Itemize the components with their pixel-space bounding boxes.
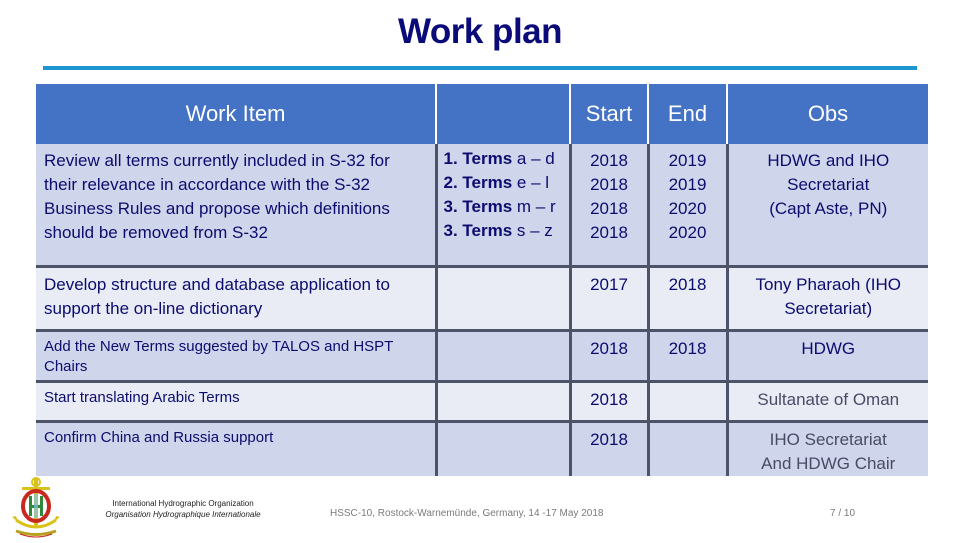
work-item-cell: Add the New Terms suggested by TALOS and… [36, 330, 436, 383]
obs-cell: IHO Secretariat And HDWG Chair [725, 421, 928, 476]
terms-letters: a – d [516, 149, 555, 168]
work-item-cell: Review all terms currently included in S… [36, 144, 436, 268]
terms-number: 3. Terms [443, 221, 513, 240]
terms-letters: m – r [516, 197, 556, 216]
obs-line: Tony Pharaoh (IHO [755, 274, 901, 294]
obs-line: HDWG and IHO [767, 151, 890, 170]
header-start: Start [569, 84, 648, 144]
obs-line: Secretariat [787, 175, 870, 194]
obs-line: Sultanate of Oman [757, 389, 900, 409]
terms-number: 1. Terms [443, 149, 513, 168]
start-cell: 2018 2018 2018 2018 [568, 144, 648, 268]
obs-cell: HDWG and IHO Secretariat (Capt Aste, PN) [725, 144, 928, 268]
table-row: Review all terms currently included in S… [36, 144, 928, 268]
table-row: Confirm China and Russia support 2018 IH… [36, 421, 928, 476]
terms-cell [434, 266, 570, 332]
terms-letters: s – z [516, 221, 553, 240]
start-year: 2018 [590, 151, 628, 170]
obs-line: IHO Secretariat [769, 429, 887, 449]
terms-number: 2. Terms [443, 173, 513, 192]
page-number: 7 / 10 [830, 508, 856, 519]
org-name-english: International Hydrographic Organization [112, 499, 254, 508]
start-cell: 2018 [568, 381, 648, 423]
end-year: 2020 [668, 199, 707, 218]
obs-cell: HDWG [725, 330, 928, 383]
header-work-item: Work Item [36, 84, 436, 144]
title-divider [43, 66, 917, 70]
start-year: 2018 [590, 175, 628, 194]
end-year: 2019 [668, 151, 707, 170]
terms-range: 1. Terms a – d [444, 147, 569, 171]
table-row: Start translating Arabic Terms 2018 Sult… [36, 381, 928, 423]
end-cell: 2018 [646, 266, 727, 332]
terms-cell [434, 381, 570, 423]
obs-line: Secretariat) [784, 298, 873, 318]
organization-name: International Hydrographic Organization … [98, 498, 268, 520]
end-cell: 2019 2019 2020 2020 [646, 144, 727, 268]
start-cell: 2018 [568, 421, 648, 476]
iho-emblem-icon [8, 476, 64, 538]
work-plan-table: Work Item Start End Obs Review all terms… [36, 84, 928, 476]
table-row: Develop structure and database applicati… [36, 266, 928, 332]
end-cell [646, 421, 727, 476]
terms-cell: 1. Terms a – d 2. Terms e – l 3. Terms m… [434, 144, 570, 268]
slide-title: Work plan [397, 12, 563, 51]
work-item-cell: Start translating Arabic Terms [36, 381, 436, 423]
end-cell: 2018 [646, 330, 727, 383]
terms-number: 3. Terms [443, 197, 513, 216]
table-row: Add the New Terms suggested by TALOS and… [36, 330, 928, 383]
terms-range: 3. Terms m – r [444, 195, 569, 219]
start-year: 2018 [590, 199, 628, 218]
work-item-cell: Develop structure and database applicati… [36, 266, 436, 332]
table-header-row: Work Item Start End Obs [36, 84, 928, 144]
terms-range: 3. Terms s – z [444, 219, 569, 243]
terms-letters: e – l [516, 173, 550, 192]
end-cell [646, 381, 727, 423]
obs-cell: Sultanate of Oman [725, 381, 928, 423]
terms-cell [434, 421, 570, 476]
header-end: End [647, 84, 727, 144]
terms-cell [434, 330, 570, 383]
obs-line: HDWG [801, 338, 856, 358]
obs-line: (Capt Aste, PN) [769, 199, 888, 218]
obs-cell: Tony Pharaoh (IHO Secretariat) [725, 266, 928, 332]
start-year: 2018 [590, 223, 628, 242]
end-year: 2019 [668, 175, 707, 194]
start-cell: 2018 [568, 330, 648, 383]
start-cell: 2017 [568, 266, 648, 332]
header-obs: Obs [726, 84, 928, 144]
conference-info: HSSC-10, Rostock-Warnemünde, Germany, 14… [330, 508, 604, 519]
org-name-french: Organisation Hydrographique Internationa… [105, 510, 261, 519]
header-terms [435, 84, 570, 144]
end-year: 2020 [668, 223, 707, 242]
terms-range: 2. Terms e – l [444, 171, 569, 195]
obs-line: And HDWG Chair [761, 453, 896, 473]
work-item-cell: Confirm China and Russia support [36, 421, 436, 476]
